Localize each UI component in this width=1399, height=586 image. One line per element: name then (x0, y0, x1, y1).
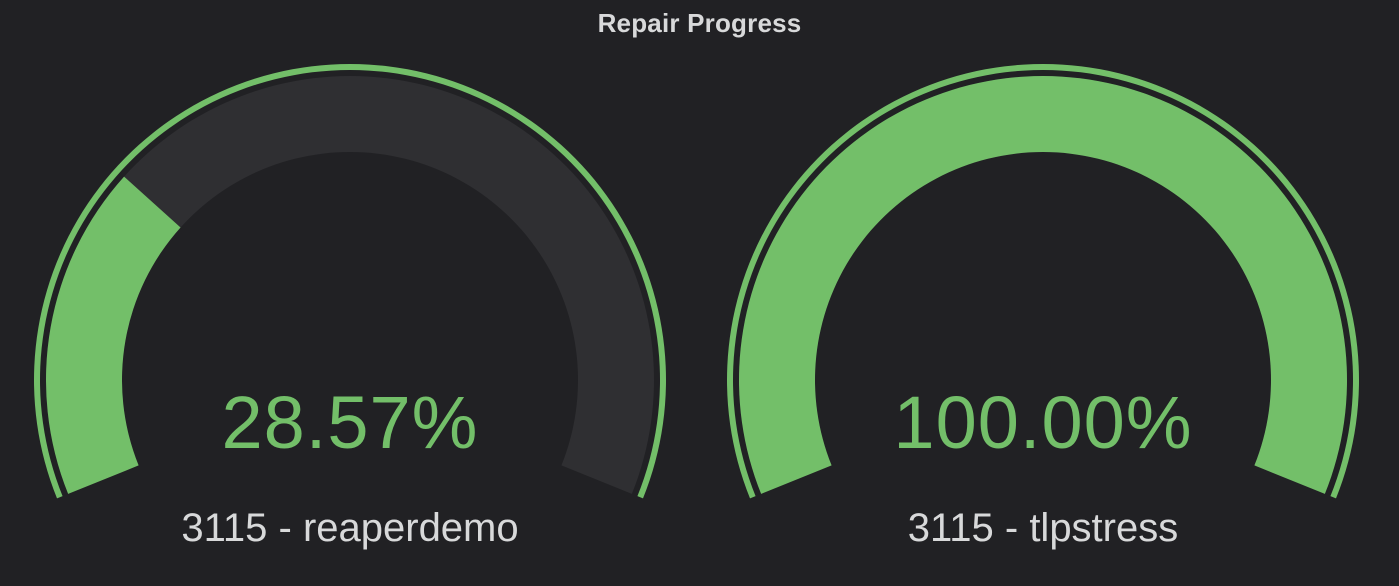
gauge-label: 3115 - reaperdemo (181, 506, 519, 550)
gauge-reaperdemo: 28.57% 3115 - reaperdemo (30, 60, 670, 560)
repair-progress-panel: Repair Progress 28.57% 3115 - reaperdemo… (0, 0, 1399, 586)
gauge-value: 100.00% (893, 381, 1193, 464)
gauge-tlpstress-arc (727, 64, 1359, 499)
panel-title[interactable]: Repair Progress (0, 8, 1399, 39)
gauge-reaperdemo-arc (34, 64, 667, 499)
gauge-value: 28.57% (221, 381, 479, 464)
gauge-tlpstress: 100.00% 3115 - tlpstress (723, 60, 1363, 560)
gauge-label: 3115 - tlpstress (907, 506, 1179, 550)
